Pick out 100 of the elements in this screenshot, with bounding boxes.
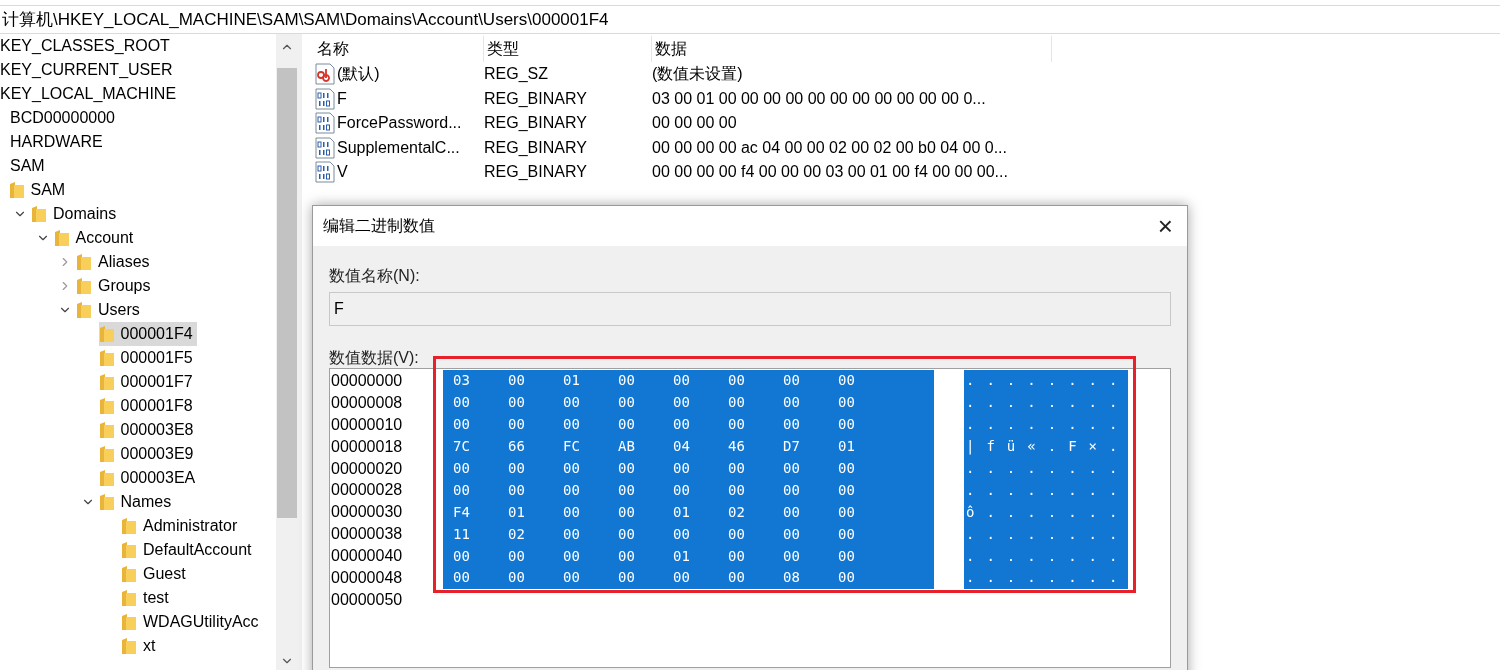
hex-byte: 00 — [728, 459, 746, 478]
ascii-text: |fü«.F×. — [964, 435, 1128, 458]
ascii-text: ........ — [964, 413, 1128, 436]
hex-byte: 00 — [673, 459, 691, 478]
hex-byte: 00 — [563, 502, 581, 522]
tree-item[interactable]: test — [121, 586, 173, 610]
hex-byte: 02 — [728, 502, 746, 522]
column-header[interactable]: 类型 — [484, 36, 652, 62]
tree-item[interactable]: Guest — [121, 562, 190, 586]
ascii-text: ........ — [964, 523, 1128, 546]
hex-byte: 00 — [563, 415, 581, 435]
hex-byte: 00 — [563, 546, 581, 566]
tree-item[interactable]: DefaultAccount — [121, 538, 256, 562]
hex-byte: 00 — [453, 546, 471, 566]
folder-icon — [98, 469, 115, 487]
hex-byte: 00 — [673, 393, 691, 413]
value-data: 03 00 01 00 00 00 00 00 00 00 00 00 00 00 0... — [652, 89, 986, 107]
tree-item[interactable]: KEY_LOCAL_MACHINE — [0, 82, 181, 106]
tree-item[interactable]: KEY_CLASSES_ROOT — [0, 34, 174, 58]
tree-item[interactable]: xt — [121, 634, 160, 658]
ascii-text: ........ — [964, 370, 1128, 392]
hex-offset: 00000028 — [330, 480, 404, 501]
tree-item[interactable]: 000001F8 — [98, 394, 197, 418]
folder-icon — [98, 445, 115, 463]
folder-icon — [98, 325, 115, 343]
hex-offset: 00000018 — [330, 436, 404, 457]
hex-byte: 00 — [453, 568, 471, 588]
value-name-field[interactable]: F — [329, 292, 1171, 326]
tree-item[interactable]: Groups — [76, 274, 155, 298]
binary-value-icon — [314, 112, 336, 135]
value-type: REG_BINARY — [484, 163, 587, 181]
hex-byte: 03 — [453, 371, 471, 391]
hex-byte: 00 — [508, 459, 526, 478]
column-header[interactable]: 数据 — [652, 36, 1052, 62]
hex-offset: 00000020 — [330, 458, 404, 479]
hex-editor[interactable] — [329, 368, 1171, 668]
value-type: REG_BINARY — [484, 138, 587, 156]
close-button[interactable]: × — [1157, 213, 1173, 239]
ascii-text: ........ — [964, 479, 1128, 502]
tree-item[interactable]: 000001F5 — [98, 346, 197, 370]
hex-byte: 00 — [783, 480, 801, 500]
hex-byte: 00 — [728, 546, 746, 566]
tree-item[interactable]: Aliases — [76, 250, 154, 274]
tree-item[interactable]: KEY_CURRENT_USER — [0, 58, 177, 82]
tree-item[interactable]: 000001F4 — [98, 322, 197, 346]
string-value-icon — [314, 63, 336, 86]
hex-byte: 00 — [563, 459, 581, 478]
scrollbar[interactable] — [276, 34, 298, 670]
hex-byte: 00 — [563, 480, 581, 500]
hex-byte: 01 — [673, 502, 691, 522]
tree-item[interactable]: BCD00000000 — [10, 106, 119, 130]
hex-byte: 00 — [838, 393, 856, 413]
tree-item[interactable]: 000003EA — [98, 466, 200, 490]
hex-byte: 00 — [728, 568, 746, 588]
value-type: REG_BINARY — [484, 114, 587, 132]
tree-item[interactable]: 000003E9 — [98, 442, 198, 466]
hex-byte: 00 — [618, 393, 636, 413]
value-data: 00 00 00 00 — [652, 114, 737, 132]
value-name[interactable]: (默认) — [337, 62, 380, 87]
tree-item[interactable]: Domains — [31, 202, 121, 226]
tree-item[interactable]: SAM — [8, 178, 70, 202]
hex-byte: 00 — [508, 415, 526, 435]
hex-byte: 00 — [838, 371, 856, 391]
value-type: REG_BINARY — [484, 89, 587, 107]
hex-byte: 00 — [453, 415, 471, 435]
address-bar[interactable]: 计算机\HKEY_LOCAL_MACHINE\SAM\SAM\Domains\Account\Users\000001F4 — [0, 6, 1500, 34]
folder-icon — [121, 541, 137, 559]
tree-item[interactable]: 000003E8 — [98, 418, 198, 442]
folder-icon — [76, 277, 92, 295]
ascii-text: ô....... — [964, 501, 1128, 524]
hex-byte: 02 — [508, 524, 526, 544]
hex-offset: 00000038 — [330, 524, 404, 545]
tree-item[interactable]: 000001F7 — [98, 370, 197, 394]
hex-byte: AB — [618, 437, 636, 457]
tree-item[interactable]: Account — [53, 226, 138, 250]
folder-icon — [98, 493, 115, 511]
hex-byte: 04 — [673, 437, 691, 457]
scrollbar-thumb[interactable] — [277, 68, 298, 518]
hex-byte: 00 — [618, 502, 636, 522]
hex-byte: 00 — [618, 568, 636, 588]
tree-item[interactable]: Administrator — [121, 514, 242, 538]
value-name[interactable]: V — [337, 160, 348, 185]
column-header[interactable]: 名称 — [314, 36, 484, 62]
hex-byte: 00 — [783, 371, 801, 391]
hex-byte: 00 — [838, 415, 856, 435]
tree-item[interactable]: WDAGUtilityAcc — [121, 610, 263, 634]
tree-item[interactable]: Users — [76, 298, 144, 322]
value-name[interactable]: F — [337, 86, 347, 111]
hex-byte: 00 — [453, 459, 471, 478]
tree-item[interactable]: HARDWARE — [10, 130, 107, 154]
folder-icon — [8, 181, 25, 199]
ascii-text: ........ — [964, 391, 1128, 414]
value-name[interactable]: ForcePassword... — [337, 111, 462, 136]
hex-byte: FC — [563, 437, 581, 457]
hex-offset: 00000040 — [330, 546, 404, 567]
value-name[interactable]: SupplementalC... — [337, 135, 460, 160]
tree-item[interactable]: SAM — [10, 154, 49, 178]
hex-offset: 00000048 — [330, 567, 404, 588]
tree-item[interactable]: Names — [98, 490, 176, 514]
binary-value-icon — [314, 136, 336, 159]
